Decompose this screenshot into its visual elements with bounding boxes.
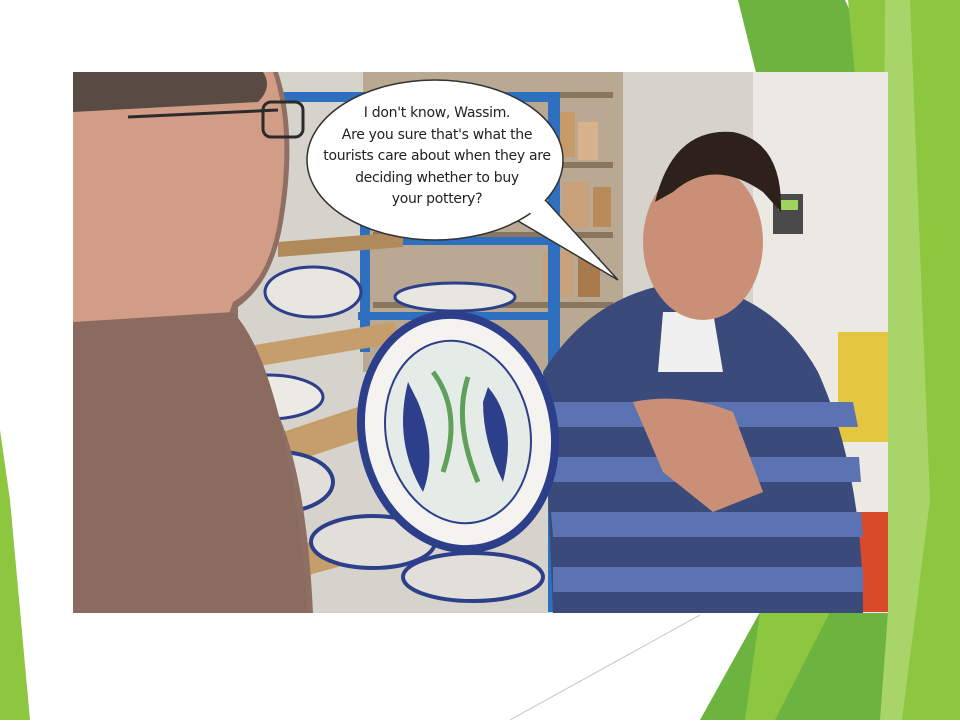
speech-line: deciding whether to buy (355, 169, 519, 186)
green-accent-left (0, 430, 30, 720)
speech-line: I don't know, Wassim. (363, 105, 511, 121)
decorative-line (509, 614, 701, 721)
speech-line: your pottery? (391, 191, 483, 207)
speech-bubble-text: I don't know, Wassim. Are you sure that'… (318, 103, 556, 211)
speech-line: tourists care about when they are (323, 148, 551, 164)
speech-line: Are you sure that's what the (341, 126, 533, 143)
